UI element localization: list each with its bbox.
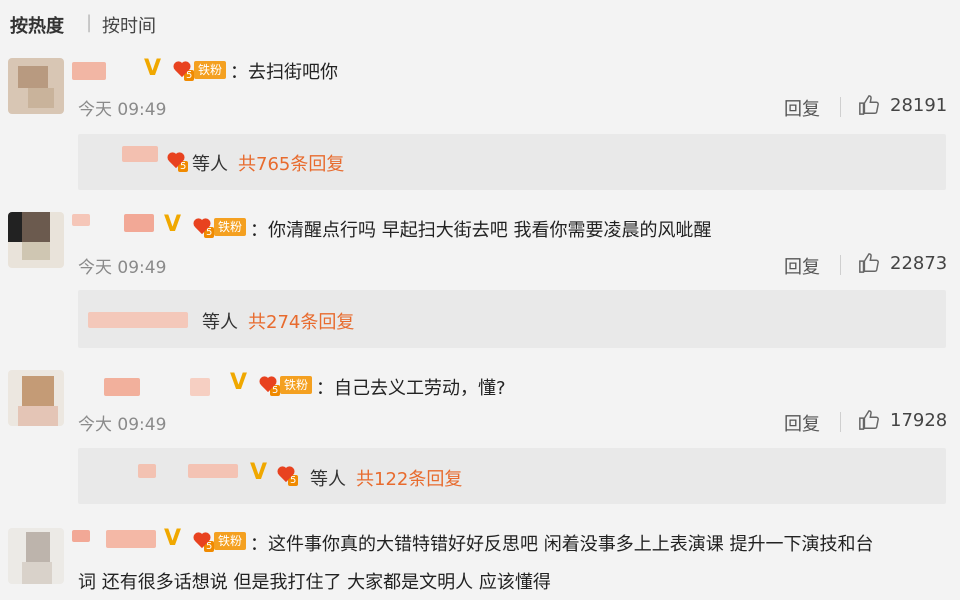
- divider: [840, 255, 841, 275]
- fan-badge: 5 铁粉: [192, 530, 247, 552]
- comment-text: ：这件事你真的大错特错好好反思吧 闲着没事多上上表演课 提升一下演技和台: [250, 534, 874, 555]
- fan-badge: 5 铁粉: [258, 374, 313, 396]
- username-blurred[interactable]: [72, 62, 106, 80]
- username-blurred[interactable]: [72, 530, 90, 542]
- avatar[interactable]: [8, 212, 64, 268]
- username-blurred[interactable]: [106, 530, 156, 548]
- sub-reply-people: 等人: [192, 154, 228, 175]
- verified-v-badge: V: [144, 56, 162, 81]
- thumbs-up-icon[interactable]: [858, 94, 880, 116]
- comment-text: ：去扫街吧你: [230, 62, 338, 83]
- thumbs-up-icon[interactable]: [858, 409, 880, 431]
- username-blurred: [88, 312, 188, 328]
- username-blurred[interactable]: [104, 378, 140, 396]
- like-count: 28191: [890, 95, 948, 116]
- like-count: 22873: [890, 253, 948, 274]
- comment-text: ：自己去义工劳动，懂?: [316, 378, 506, 399]
- username-blurred: [188, 464, 238, 478]
- sub-reply-box[interactable]: 等人 共274条回复: [78, 290, 946, 348]
- tab-sort-by-time[interactable]: 按时间: [102, 12, 156, 38]
- avatar[interactable]: [8, 58, 64, 114]
- tab-sort-by-hot[interactable]: 按热度: [10, 12, 64, 38]
- tab-separator: |: [86, 12, 93, 33]
- verified-v-badge: V: [230, 370, 248, 395]
- sub-reply-box[interactable]: 5 等人 共765条回复: [78, 134, 946, 190]
- sub-reply-people: 等人: [202, 312, 238, 333]
- reply-button[interactable]: 回复: [784, 410, 820, 436]
- sub-reply-total-link[interactable]: 共122条回复: [356, 465, 462, 491]
- sub-reply-people: 等人: [310, 469, 346, 490]
- thumbs-up-icon[interactable]: [858, 252, 880, 274]
- avatar[interactable]: [8, 528, 64, 584]
- username-blurred: [138, 464, 156, 478]
- heart-icon: 5: [166, 151, 189, 172]
- username-blurred[interactable]: [124, 214, 154, 232]
- divider: [840, 412, 841, 432]
- fan-badge: 5: [166, 150, 189, 172]
- sub-reply-total-link[interactable]: 共274条回复: [248, 308, 354, 334]
- reply-button[interactable]: 回复: [784, 253, 820, 279]
- heart-icon: 5: [172, 60, 195, 81]
- avatar[interactable]: [8, 370, 64, 426]
- sub-reply-box[interactable]: V 5 等人 共122条回复: [78, 448, 946, 504]
- username-blurred[interactable]: [72, 214, 90, 226]
- like-count: 17928: [890, 410, 948, 431]
- verified-v-badge: V: [164, 526, 182, 551]
- comment-text: ：你清醒点行吗 早起扫大街去吧 我看你需要凌晨的风呲醒: [250, 220, 712, 241]
- sub-reply-total-link[interactable]: 共765条回复: [238, 150, 344, 176]
- comment-time: 今天 09:49: [78, 100, 167, 120]
- comment-time: 今天 09:49: [78, 258, 167, 278]
- fan-badge: 5 铁粉: [192, 216, 247, 238]
- username-blurred: [122, 146, 158, 162]
- fan-badge: 5 铁粉: [172, 59, 227, 81]
- reply-button[interactable]: 回复: [784, 95, 820, 121]
- heart-icon: 5: [192, 531, 215, 552]
- comment-text-continued: 词 还有很多话想说 但是我打住了 大家都是文明人 应该懂得: [78, 572, 551, 593]
- heart-icon: 5: [258, 375, 281, 396]
- verified-v-badge: V: [164, 212, 182, 237]
- username-blurred[interactable]: [190, 378, 210, 396]
- divider: [840, 97, 841, 117]
- comment-time: 今大 09:49: [78, 415, 167, 435]
- verified-v-badge: V: [250, 460, 268, 485]
- heart-icon: 5: [276, 465, 299, 486]
- fan-badge: 5: [276, 464, 299, 486]
- heart-icon: 5: [192, 217, 215, 238]
